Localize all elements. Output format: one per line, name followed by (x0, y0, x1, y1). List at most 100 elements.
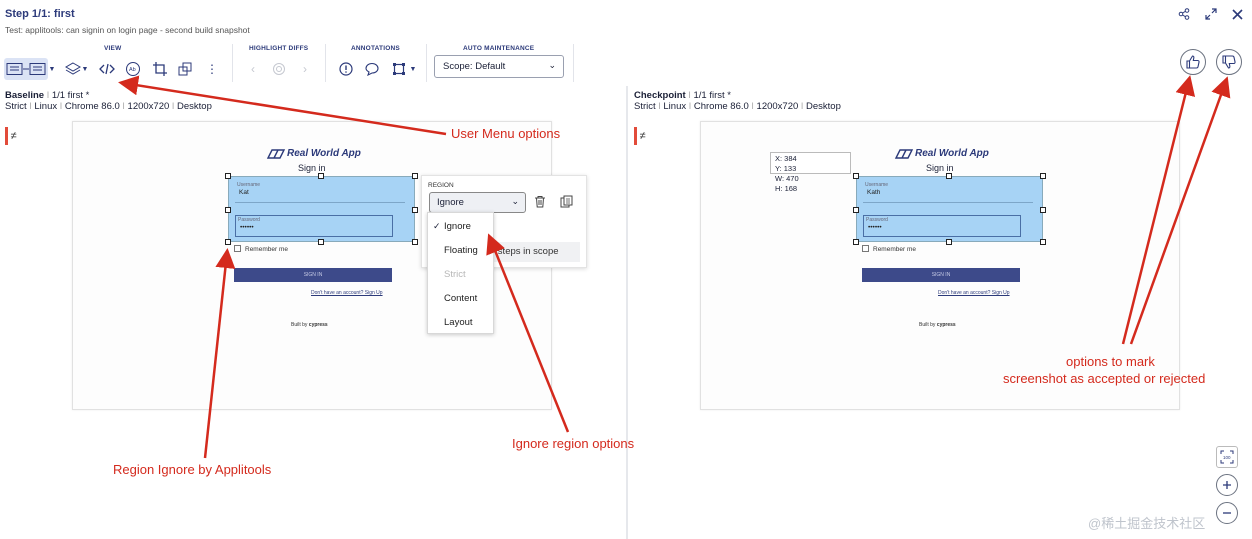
username-value: Kath (867, 189, 881, 196)
text-compare-icon[interactable]: Ab (122, 58, 144, 80)
coord-y: Y: 133 (775, 164, 797, 173)
remember-checkbox[interactable]: Remember me (234, 245, 288, 253)
resize-handle[interactable] (412, 173, 418, 179)
resize-handle[interactable] (225, 207, 231, 213)
more-icon[interactable]: ⋮ (201, 58, 223, 80)
thumbs-down-button[interactable] (1216, 49, 1242, 75)
chevron-down-icon: ⌄ (548, 60, 556, 70)
resize-handle[interactable] (853, 173, 859, 179)
resize-handle[interactable] (225, 173, 231, 179)
username-field[interactable]: Username Kath (863, 181, 1033, 203)
signin-button[interactable]: SIGN IN (862, 268, 1020, 282)
username-value: Kat (239, 189, 249, 196)
side-by-side-icon[interactable] (4, 58, 48, 80)
close-icon[interactable] (1229, 8, 1245, 24)
password-value: •••••• (868, 224, 882, 231)
thumbs-down-icon (1222, 55, 1236, 69)
test-subtitle: Test: applitools: can signin on login pa… (5, 25, 250, 35)
diff-toggle-icon[interactable]: ≠ (5, 127, 19, 145)
checkbox-icon (862, 245, 869, 252)
expand-icon[interactable] (1203, 8, 1219, 24)
zoom-out-button[interactable] (1216, 502, 1238, 524)
trash-icon[interactable] (534, 195, 546, 211)
built-by: Built by cypress (919, 322, 956, 328)
checkpoint-label: Checkpoint (634, 90, 686, 101)
share-icon[interactable] (1176, 8, 1192, 24)
annotation-dropdown-icon[interactable]: ▼ (408, 58, 418, 80)
ignore-region[interactable]: Username Kat Password •••••• (228, 176, 415, 242)
view-dropdown-icon[interactable]: ▼ (47, 58, 57, 80)
group-label-annotations: ANNOTATIONS (351, 45, 400, 52)
app-brand: Real World App (915, 148, 989, 159)
annotation-user-menu: User Menu options (451, 126, 561, 141)
zoom-out-icon (1223, 512, 1231, 514)
thumbs-up-button[interactable] (1180, 49, 1206, 75)
crop-icon[interactable] (149, 58, 171, 80)
alert-icon[interactable] (335, 58, 357, 80)
baseline-header: Baseline ǀ 1/1 first * (5, 90, 90, 101)
menu-item-layout[interactable]: Layout (444, 317, 473, 328)
signup-link[interactable]: Don't have an account? Sign Up (311, 290, 383, 296)
ignore-region[interactable]: Username Kath Password •••••• (856, 176, 1043, 242)
prev-diff-icon[interactable]: ‹ (242, 58, 264, 80)
baseline-meta: Strict ǀ Linux ǀ Chrome 86.0 ǀ 1200x720 … (5, 101, 212, 112)
pane-divider[interactable] (626, 86, 628, 539)
code-icon[interactable] (96, 58, 118, 80)
region-type-select[interactable]: Ignore ⌄ (429, 192, 526, 213)
signup-link[interactable]: Don't have an account? Sign Up (938, 290, 1010, 296)
resize-handle[interactable] (853, 239, 859, 245)
zoom-in-button[interactable] (1216, 474, 1238, 496)
menu-item-strict[interactable]: Strict (444, 269, 466, 280)
check-icon: ✓ (433, 221, 441, 231)
checkpoint-meta: Strict ǀ Linux ǀ Chrome 86.0 ǀ 1200x720 … (634, 101, 841, 112)
highlight-icon[interactable] (268, 58, 290, 80)
copy-icon[interactable] (560, 195, 573, 211)
group-label-highlight: HIGHLIGHT DIFFS (249, 45, 309, 52)
svg-text:Ab: Ab (129, 67, 136, 73)
fit-screen-icon: 100 (1220, 450, 1234, 464)
group-label-view: VIEW (104, 45, 122, 52)
resize-handle[interactable] (412, 239, 418, 245)
app-logo-icon (894, 149, 914, 159)
comment-icon[interactable] (361, 58, 383, 80)
layers-dropdown-icon[interactable]: ▼ (80, 58, 90, 80)
zoom-in-icon (1223, 481, 1231, 489)
menu-item-floating[interactable]: Floating (444, 245, 478, 256)
region-copy-icon[interactable] (174, 58, 196, 80)
header: Step 1/1: first Test: applitools: can si… (0, 0, 1252, 40)
checkpoint-step: 1/1 first * (693, 90, 731, 101)
checkpoint-header: Checkpoint ǀ 1/1 first * (634, 90, 731, 101)
next-diff-icon[interactable]: › (294, 58, 316, 80)
password-field[interactable]: Password •••••• (235, 215, 393, 237)
resize-handle[interactable] (225, 239, 231, 245)
region-coordinates: X: 384Y: 133 W: 470H: 168 (770, 152, 851, 193)
scope-select[interactable]: Scope: Default ⌄ (434, 55, 564, 78)
resize-handle[interactable] (853, 207, 859, 213)
resize-handle[interactable] (412, 207, 418, 213)
password-field[interactable]: Password •••••• (863, 215, 1021, 237)
menu-item-ignore[interactable]: Ignore (444, 221, 471, 232)
diff-toggle-icon[interactable]: ≠ (634, 127, 648, 145)
region-annotation-icon[interactable] (388, 58, 410, 80)
app-brand: Real World App (287, 148, 361, 159)
remember-checkbox[interactable]: Remember me (862, 245, 916, 253)
svg-text:100: 100 (1223, 455, 1231, 460)
menu-item-content[interactable]: Content (444, 293, 477, 304)
resize-handle[interactable] (318, 239, 324, 245)
resize-handle[interactable] (946, 239, 952, 245)
watermark: @稀土掘金技术社区 (1088, 516, 1206, 531)
coord-h: H: 168 (775, 184, 798, 193)
resize-handle[interactable] (318, 173, 324, 179)
signin-button[interactable]: SIGN IN (234, 268, 392, 282)
username-field[interactable]: Username Kat (235, 181, 405, 203)
signin-title: Sign in (926, 163, 954, 173)
app-logo-icon (266, 149, 286, 159)
toolbar: VIEW HIGHLIGHT DIFFS ANNOTATIONS AUTO MA… (0, 42, 1252, 86)
resize-handle[interactable] (946, 173, 952, 179)
resize-handle[interactable] (1040, 207, 1046, 213)
resize-handle[interactable] (1040, 239, 1046, 245)
toolbar-separator (573, 44, 574, 82)
fit-to-screen-button[interactable]: 100 (1216, 446, 1238, 468)
resize-handle[interactable] (1040, 173, 1046, 179)
step-title: Step 1/1: first (5, 8, 75, 20)
